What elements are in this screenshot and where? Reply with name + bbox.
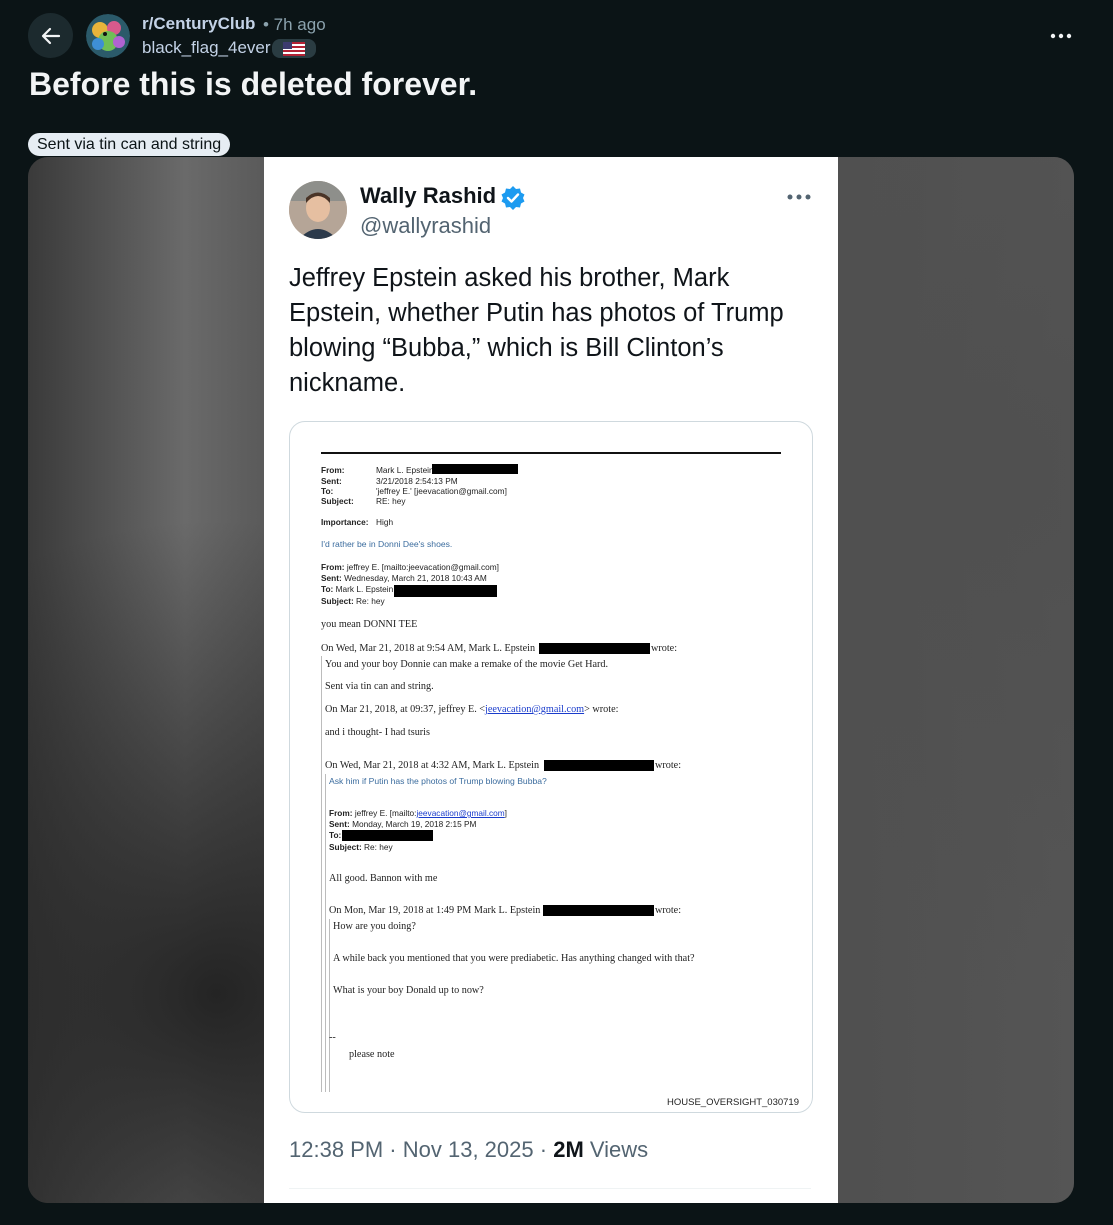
doc-label: Subject:	[321, 496, 354, 506]
doc-label: Subject:	[329, 842, 362, 852]
tweet-divider	[289, 1188, 811, 1189]
quote-bar	[321, 656, 322, 1092]
user-flair	[272, 39, 316, 58]
us-flag-icon	[283, 41, 305, 56]
doc-line: wrote:	[655, 760, 682, 771]
more-horizontal-icon	[1050, 33, 1072, 39]
tweet-screenshot: Wally Rashid @wallyrashid Jeffrey Epstei…	[264, 157, 838, 1203]
doc-line: wrote:	[655, 905, 682, 916]
doc-line: Sent via tin can and string.	[325, 681, 434, 692]
doc-line: A while back you mentioned that you were…	[333, 953, 695, 964]
redaction-bar	[394, 585, 497, 597]
doc-line: On Mar 21, 2018, at 09:37, jeffrey E. <	[325, 704, 486, 715]
doc-label: From:	[321, 465, 345, 475]
doc-label: To:	[329, 830, 342, 840]
doc-value: Mark L. Epstein	[335, 584, 394, 594]
doc-value: Re: hey	[364, 842, 393, 852]
subreddit-avatar[interactable]	[86, 14, 130, 58]
redaction-bar	[432, 464, 518, 474]
tweet-author-avatar	[289, 181, 347, 239]
doc-label: To:	[321, 584, 334, 594]
post-more-button[interactable]	[1041, 18, 1081, 54]
doc-line: How are you doing?	[333, 921, 416, 932]
doc-value: Wednesday, March 21, 2018 10:43 AM	[344, 573, 487, 583]
doc-line: On Mon, Mar 19, 2018 at 1:49 PM Mark L. …	[329, 905, 541, 916]
document-footer-id: HOUSE_OVERSIGHT_030719	[667, 1097, 800, 1108]
arrow-left-icon	[41, 27, 60, 44]
tweet-views-count: 2M	[553, 1137, 584, 1162]
doc-label: Sent:	[321, 476, 342, 486]
doc-line: On Wed, Mar 21, 2018 at 9:54 AM, Mark L.…	[321, 643, 536, 654]
doc-value: Re: hey	[356, 596, 385, 606]
doc-line: > wrote:	[584, 704, 619, 715]
redaction-bar	[543, 905, 654, 916]
back-button[interactable]	[28, 13, 73, 58]
redaction-bar	[539, 643, 650, 654]
meta-separator: ·	[539, 1137, 548, 1162]
tweet-date: Nov 13, 2025	[402, 1137, 534, 1162]
doc-label: Sent:	[329, 819, 350, 829]
tweet-author-handle: @wallyrashid	[360, 213, 492, 238]
doc-line: and i thought- I had tsuris	[325, 727, 430, 738]
doc-value: RE: hey	[376, 496, 406, 506]
doc-line: I'd rather be in Donni Dee's shoes.	[321, 539, 453, 549]
document-rule	[321, 452, 781, 454]
doc-label: Importance:	[321, 517, 369, 527]
meta-separator: ·	[389, 1137, 397, 1162]
doc-label: Subject:	[321, 596, 354, 606]
quote-bar	[329, 919, 330, 1092]
post-flair[interactable]: Sent via tin can and string	[28, 133, 231, 156]
tweet-meta: 12:38 PM · Nov 13, 2025 · 2M Views	[289, 1137, 648, 1163]
doc-line: please note	[349, 1049, 395, 1060]
post-time: • 7h ago	[263, 15, 326, 34]
doc-label: From:	[321, 562, 345, 572]
tweet-author-name: Wally Rashid	[360, 183, 497, 208]
redaction-bar	[342, 830, 433, 841]
doc-line: Ask him if Putin has the photos of Trump…	[329, 776, 547, 786]
doc-label: From:	[329, 808, 353, 818]
quote-bar	[325, 774, 326, 1092]
tweet-attached-document: From: Mark L. Epstein Sent: 3/21/2018 2:…	[289, 421, 813, 1113]
doc-value: ]	[504, 808, 507, 818]
doc-value: jeffrey E. [mailto:jeevacation@gmail.com…	[346, 562, 499, 572]
tweet-time: 12:38 PM	[289, 1137, 384, 1162]
doc-line: you mean DONNI TEE	[321, 619, 418, 630]
redaction-bar	[544, 760, 654, 771]
post-title: Before this is deleted forever.	[29, 66, 478, 102]
doc-email-link: jeevacation@gmail.com	[485, 704, 585, 715]
doc-value: Mark L. Epstein	[376, 465, 434, 475]
post-header: r/CenturyClub • 7h ago black_flag_4ever	[0, 0, 1113, 70]
doc-label: Sent:	[321, 573, 342, 583]
doc-value: 'jeffrey E.' [jeevacation@gmail.com]	[376, 486, 507, 496]
doc-line: On Wed, Mar 21, 2018 at 4:32 AM, Mark L.…	[325, 760, 540, 771]
doc-line: What is your boy Donald up to now?	[333, 985, 484, 996]
subreddit-name[interactable]: r/CenturyClub	[142, 14, 255, 34]
doc-line: wrote:	[651, 643, 678, 654]
post-image[interactable]: Wally Rashid @wallyrashid Jeffrey Epstei…	[28, 157, 1074, 1203]
doc-value: jeffrey E. [mailto:	[354, 808, 417, 818]
verified-badge-icon	[501, 186, 525, 210]
doc-value: 3/21/2018 2:54:13 PM	[376, 476, 458, 486]
doc-value: Monday, March 19, 2018 2:15 PM	[352, 819, 477, 829]
doc-value: High	[376, 517, 394, 527]
doc-line: All good. Bannon with me	[329, 873, 438, 884]
tweet-views-label: Views	[589, 1137, 649, 1162]
doc-label: To:	[321, 486, 334, 496]
doc-line: You and your boy Donnie can make a remak…	[325, 659, 609, 670]
tweet-text: Jeffrey Epstein asked his brother, Mark …	[289, 264, 784, 397]
post-author[interactable]: black_flag_4ever	[142, 38, 271, 58]
doc-email-link: jeevacation@gmail.com	[416, 808, 505, 818]
tweet-more-icon	[787, 194, 811, 200]
doc-line: --	[329, 1032, 336, 1043]
